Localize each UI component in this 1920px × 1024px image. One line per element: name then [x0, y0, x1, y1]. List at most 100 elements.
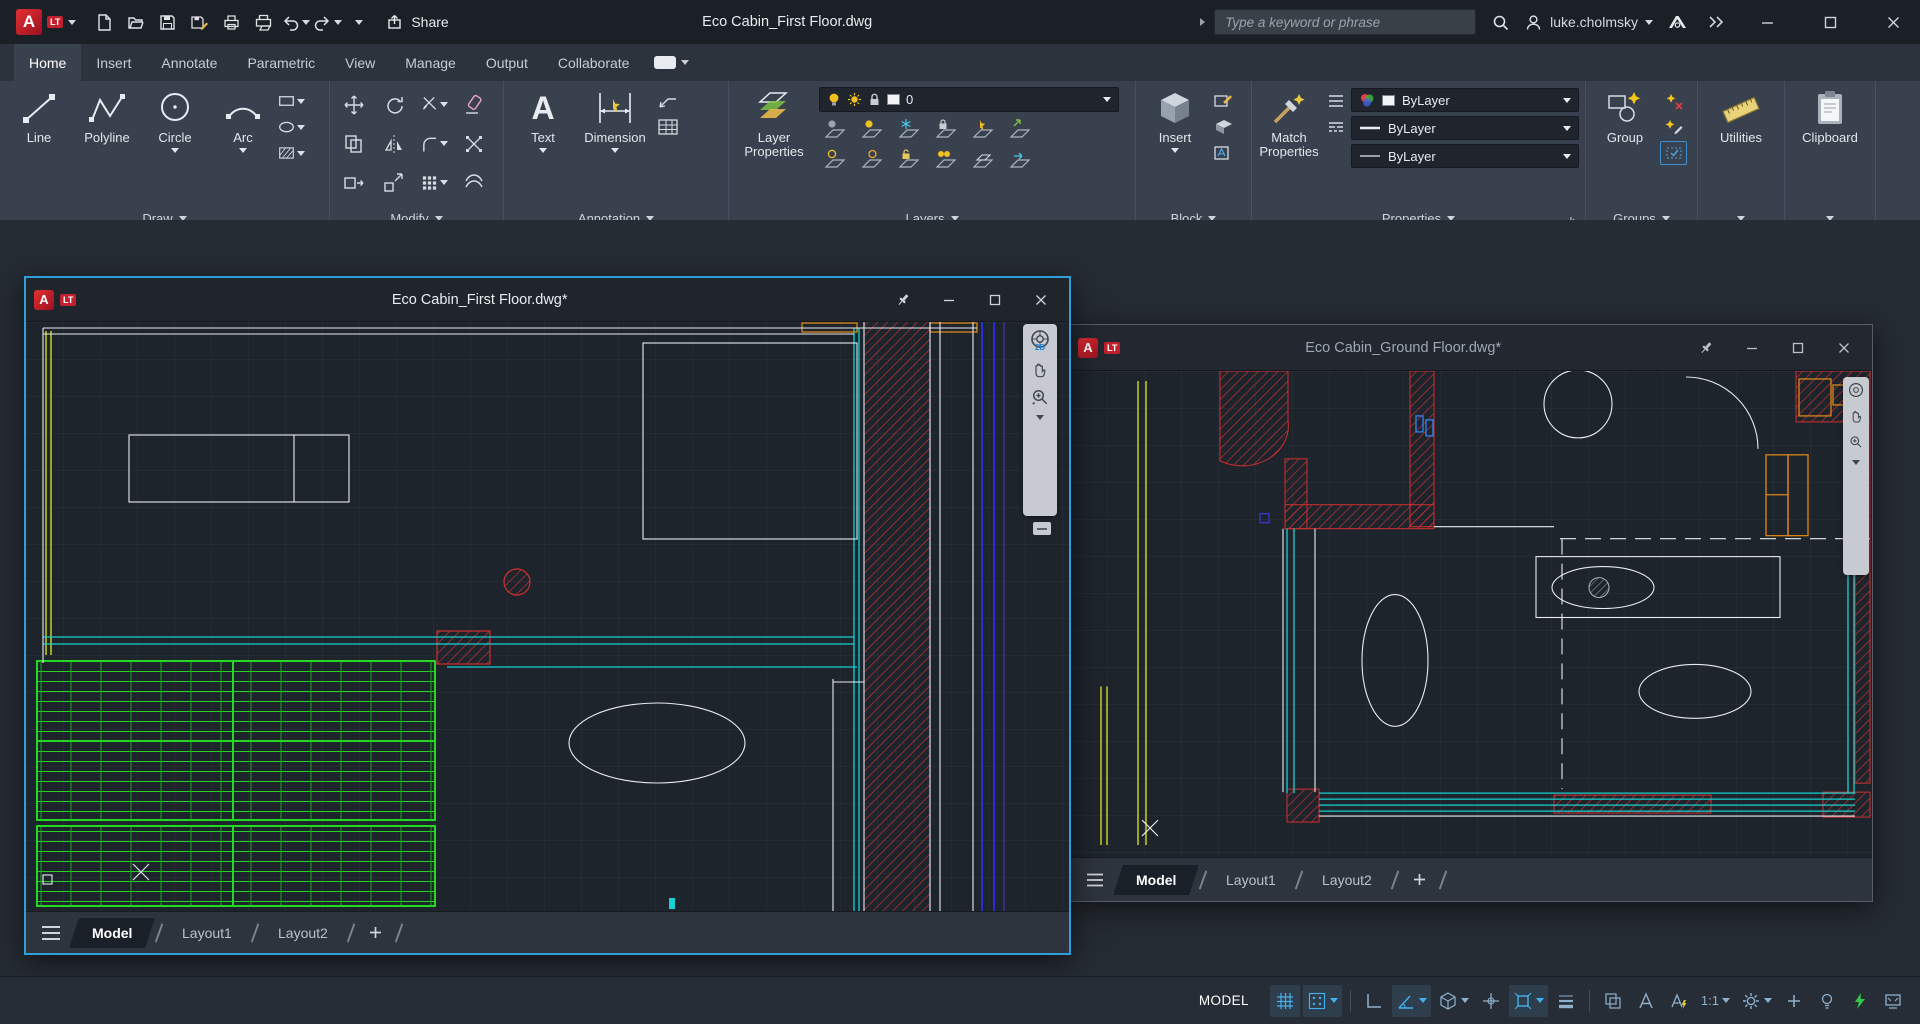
drawing-canvas[interactable]: 2D [26, 322, 1069, 911]
stretch-button[interactable] [341, 171, 368, 195]
chevron-down-icon[interactable] [239, 148, 247, 153]
app-minimize-button[interactable] [1740, 0, 1794, 44]
array-button[interactable] [421, 171, 448, 195]
copy-button[interactable] [341, 132, 368, 156]
tab-layout2[interactable]: Layout2 [1304, 867, 1390, 893]
search-input[interactable] [1214, 9, 1476, 35]
window-maximize-button[interactable] [1778, 325, 1818, 370]
properties-list-icon[interactable] [1322, 89, 1349, 113]
window-minimize-button[interactable] [929, 278, 969, 321]
chevron-down-icon[interactable] [1036, 415, 1044, 420]
erase-button[interactable] [461, 93, 488, 117]
share-button[interactable]: Share [386, 13, 448, 31]
window-maximize-button[interactable] [975, 278, 1015, 321]
turn-all-layers-on-button[interactable] [930, 146, 964, 172]
open-file-button[interactable] [120, 7, 150, 37]
annotation-scale-button[interactable]: 1:1 [1697, 985, 1734, 1017]
table-button[interactable] [654, 115, 681, 139]
graphics-performance-button[interactable] [1845, 985, 1875, 1017]
circle-tool-button[interactable]: Circle [142, 85, 208, 207]
drawing-canvas[interactable] [1070, 371, 1872, 857]
window-minimize-button[interactable] [1732, 325, 1772, 370]
clear-screen-button[interactable] [1878, 985, 1908, 1017]
utilities-button[interactable]: Utilities [1704, 85, 1778, 207]
app-close-button[interactable] [1866, 0, 1920, 44]
isolate-objects-button[interactable] [1812, 985, 1842, 1017]
plot-preview-button[interactable] [248, 7, 278, 37]
object-color-dropdown[interactable]: ByLayer [1351, 88, 1579, 112]
snap-mode-toggle[interactable] [1303, 985, 1342, 1017]
annotation-visibility-toggle[interactable] [1631, 985, 1661, 1017]
chevron-down-icon[interactable] [1852, 460, 1860, 465]
match-properties-button[interactable]: Match Properties [1258, 85, 1320, 207]
tab-view[interactable]: View [330, 44, 390, 81]
leader-button[interactable] [654, 89, 681, 113]
tab-output[interactable]: Output [471, 44, 543, 81]
line-tool-button[interactable]: Line [6, 85, 72, 207]
expand-toolbar-icon[interactable] [1701, 7, 1731, 37]
layer-isolate-button[interactable] [856, 116, 890, 142]
tab-layout1[interactable]: Layout1 [1208, 867, 1294, 893]
object-snap-tracking-toggle[interactable] [1476, 985, 1506, 1017]
window-ground-floor[interactable]: A LT Eco Cabin_Ground Floor.dwg* [1069, 324, 1873, 902]
steering-wheel-button[interactable]: 2D [1030, 329, 1050, 352]
window-pin-button[interactable] [1686, 325, 1726, 370]
offset-button[interactable] [461, 171, 488, 195]
window-first-floor[interactable]: A LT Eco Cabin_First Floor.dwg* [24, 276, 1071, 955]
insert-block-button[interactable]: Insert [1142, 85, 1208, 207]
create-block-button[interactable] [1210, 115, 1237, 139]
chevron-down-icon[interactable] [611, 148, 619, 153]
ungroup-button[interactable] [1660, 89, 1687, 113]
navigation-bar[interactable]: 2D [1023, 324, 1057, 516]
copy-objects-to-layer-button[interactable] [967, 146, 1001, 172]
polyline-tool-button[interactable]: Polyline [74, 85, 140, 207]
group-button[interactable]: Group [1592, 85, 1658, 207]
search-button[interactable] [1485, 7, 1515, 37]
trim-button[interactable] [421, 93, 448, 117]
explode-button[interactable] [461, 132, 488, 156]
linetype-dropdown[interactable]: ByLayer [1351, 144, 1579, 168]
layout-menu-icon[interactable] [36, 918, 66, 948]
layer-unlock-button[interactable] [893, 146, 927, 172]
tab-layout1[interactable]: Layout1 [164, 920, 250, 946]
chevron-down-icon[interactable] [539, 148, 547, 153]
selection-cycling-toggle[interactable] [1598, 985, 1628, 1017]
move-button[interactable] [341, 93, 368, 117]
hatch-tool-button[interactable] [278, 141, 305, 165]
tab-home[interactable]: Home [14, 44, 81, 81]
undo-button[interactable] [280, 7, 310, 37]
mirror-button[interactable] [381, 132, 408, 156]
tab-insert[interactable]: Insert [81, 44, 146, 81]
layer-match-button[interactable] [1004, 116, 1038, 142]
new-layout-button[interactable] [1404, 865, 1434, 895]
layer-freeze-button[interactable] [893, 116, 927, 142]
plot-button[interactable] [216, 7, 246, 37]
layer-select-dropdown[interactable]: 0 [819, 87, 1119, 112]
group-selection-toggle[interactable] [1660, 141, 1687, 165]
model-space-button[interactable]: MODEL [1189, 986, 1259, 1016]
window-close-button[interactable] [1824, 325, 1864, 370]
grid-display-toggle[interactable] [1270, 985, 1300, 1017]
fillet-button[interactable] [421, 132, 448, 156]
navigation-bar[interactable] [1843, 377, 1869, 575]
define-attribute-button[interactable] [1210, 141, 1237, 165]
make-current-layer-button[interactable] [967, 116, 1001, 142]
annotation-autoscale-toggle[interactable] [1664, 985, 1694, 1017]
chevron-down-icon[interactable] [1171, 148, 1179, 153]
tab-model[interactable]: Model [1113, 865, 1199, 895]
autodesk-apps-button[interactable] [1662, 7, 1692, 37]
tab-annotate[interactable]: Annotate [146, 44, 232, 81]
layer-unisolate-button[interactable] [819, 146, 853, 172]
tab-manage[interactable]: Manage [390, 44, 471, 81]
annotation-monitor-button[interactable] [1779, 985, 1809, 1017]
save-button[interactable] [152, 7, 182, 37]
chevron-down-icon[interactable] [171, 148, 179, 153]
scale-button[interactable] [381, 171, 408, 195]
edit-attributes-button[interactable] [1210, 89, 1237, 113]
workspace-switching-button[interactable] [1737, 985, 1776, 1017]
text-tool-button[interactable]: A Text [510, 85, 576, 207]
layer-properties-button[interactable]: Layer Properties [735, 85, 813, 207]
layer-walk-button[interactable] [1004, 146, 1038, 172]
navbar-collapse-button[interactable] [1033, 522, 1051, 535]
redo-button[interactable] [312, 7, 342, 37]
